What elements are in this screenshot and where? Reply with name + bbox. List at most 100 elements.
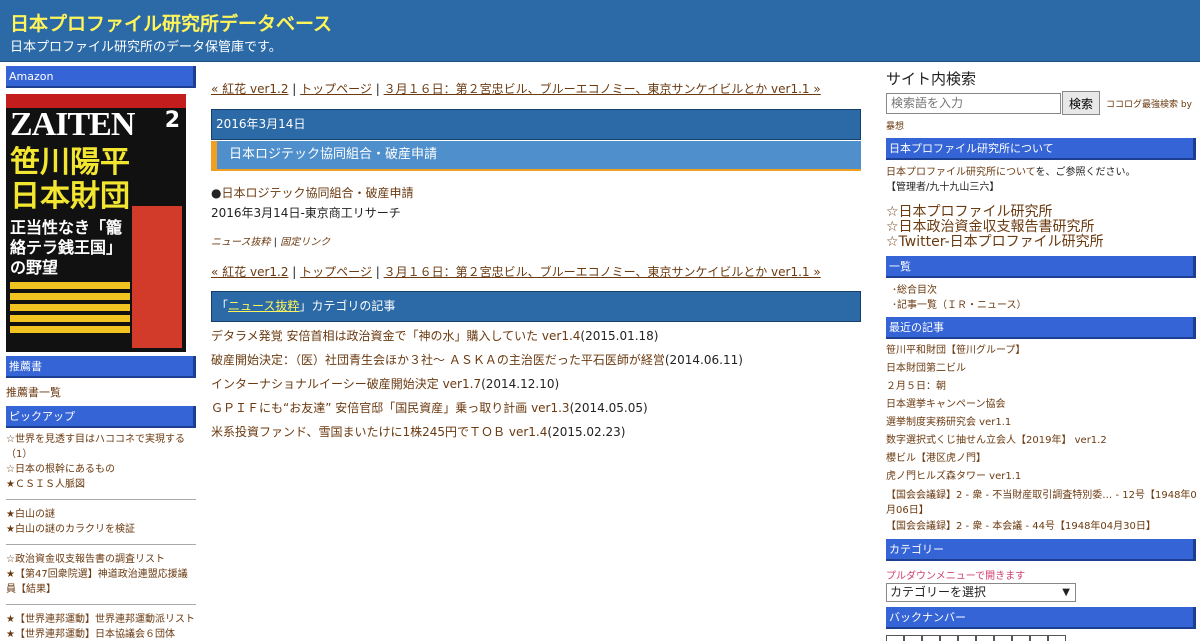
site-description: 日本プロファイル研究所のデータ保管庫です。: [10, 40, 282, 55]
article-date: (2015.01.18): [580, 329, 659, 343]
recent-item[interactable]: 櫻ビル【港区虎ノ門】: [886, 450, 1196, 468]
article-date: (2014.05.05): [569, 401, 648, 415]
search-button[interactable]: 検索: [1062, 91, 1101, 115]
article-link[interactable]: 米系投資ファンド、雪国まいたけに1株245円でＴＯＢ ver1.4: [211, 425, 547, 439]
recent-item[interactable]: 【国会会議録】2 - 衆 - 不当財産取引調査特別委… - 12号【1948年0…: [886, 486, 1196, 503]
date-header: 2016年3月14日: [211, 109, 861, 140]
powered-by-author[interactable]: 暴想: [886, 119, 1196, 132]
recent-item-cont[interactable]: 月06日】: [886, 503, 1196, 518]
about-text: を、ご参照ください。: [1035, 167, 1136, 178]
powered-by-link[interactable]: ココログ最強検索: [1106, 100, 1178, 110]
pickup-heading: ピックアップ: [6, 406, 196, 428]
top-page-link[interactable]: トップページ: [300, 82, 372, 96]
pickup-item[interactable]: ★白山の謎のカラクリを検証: [6, 522, 196, 537]
entry-source-text: 2016年3月14日-東京商工リサーチ: [211, 206, 401, 220]
cover-issue: 2: [164, 108, 180, 133]
prev-entry-link[interactable]: « 紅花 ver1.2: [211, 82, 288, 96]
category-note: プルダウンメニューで開きます: [886, 571, 1026, 582]
recent-item[interactable]: 数字選択式くじ抽せん立会人【2019年】 ver1.2: [886, 432, 1196, 450]
cover-headline-1: 笹川陽平: [10, 145, 130, 180]
article-date: (2015.02.23): [547, 425, 626, 439]
recent-item[interactable]: 日本財団第二ビル: [886, 360, 1196, 378]
category-name-link[interactable]: ニュース抜粋: [228, 299, 299, 313]
category-select[interactable]: カテゴリーを選択 ▼: [886, 583, 1076, 602]
zaiten-magazine-cover[interactable]: ZAITEN 2 笹川陽平 日本財団 正当性なき「籠絡テラ銭王国」の野望: [6, 94, 186, 352]
nav-separator: |: [288, 82, 301, 96]
recent-item[interactable]: 虎ノ門ヒルズ森タワー ver1.1: [886, 468, 1196, 486]
entry-body: ●日本ロジテック協同組合・破産申請 2016年3月14日-東京商工リサーチ: [211, 183, 861, 223]
pickup-item[interactable]: ☆日本の根幹にあるもの: [6, 462, 196, 477]
site-title[interactable]: 日本プロファイル研究所データベース: [10, 9, 332, 36]
prev-entry-link[interactable]: « 紅花 ver1.2: [211, 265, 288, 279]
recent-item[interactable]: 日本選挙キャンペーン協会: [886, 396, 1196, 414]
next-entry-link[interactable]: ３月１６日：第２宮忠ビル、ブルーエコノミー、東京サンケイビルとか ver1.1 …: [384, 265, 821, 279]
search-input[interactable]: [886, 92, 1061, 114]
index-link[interactable]: ･総合目次: [892, 283, 1196, 298]
permalink[interactable]: 固定リンク: [280, 237, 330, 248]
list-heading: 一覧: [886, 256, 1196, 278]
list-item: デタラメ発覚 安倍首相は政治資金で「神の水」購入していた ver1.4(2015…: [211, 324, 861, 348]
admin-name: 【管理者/九十九山三六】: [886, 182, 1000, 193]
about-link[interactable]: 日本プロファイル研究所について: [886, 167, 1036, 178]
backnumber-calendar[interactable]: [886, 635, 1196, 641]
pickup-list: ☆世界を見透す目はハココネで実現する（1） ☆日本の根幹にあるもの ★ＣＳＩＳ人…: [6, 428, 196, 642]
next-entry-link[interactable]: ３月１６日：第２宮忠ビル、ブルーエコノミー、東京サンケイビルとか ver1.1 …: [384, 82, 821, 96]
right-sidebar: サイト内検索 検索 ココログ最強検索 by 暴想 日本プロファイル研究所について…: [886, 68, 1196, 641]
article-link[interactable]: 破産開始決定：（医）社団青生会ほか３社～ ＡＳＫＡの主治医だった平石医師が経営: [211, 353, 665, 367]
cover-side-panel: [132, 206, 182, 348]
divider: [6, 544, 196, 545]
recommended-list-link[interactable]: 推薦書一覧: [6, 378, 196, 406]
recommended-heading: 推薦書: [6, 356, 196, 378]
entry-title: 日本ロジテック協同組合・破産申請: [211, 141, 861, 171]
about-box: 日本プロファイル研究所についてを、ご参照ください。 【管理者/九十九山三六】: [886, 160, 1196, 201]
search-row: 検索 ココログ最強検索 by: [886, 91, 1196, 115]
divider: [6, 604, 196, 605]
list-item: 破産開始決定：（医）社団青生会ほか３社～ ＡＳＫＡの主治医だった平石医師が経営(…: [211, 348, 861, 372]
category-suffix: 」カテゴリの記事: [299, 299, 396, 313]
article-date: (2014.06.11): [664, 353, 743, 367]
sister-site-link[interactable]: ☆日本政治資金収支報告書研究所: [886, 220, 1196, 235]
entry-meta: ニュース抜粋 | 固定リンク: [211, 233, 861, 248]
category-select-value: カテゴリーを選択: [890, 585, 987, 599]
pickup-item[interactable]: ★白山の謎: [6, 507, 196, 522]
nav-separator: |: [371, 82, 384, 96]
bullet: ●: [211, 186, 222, 200]
sister-site-link[interactable]: ☆Twitter-日本プロファイル研究所: [886, 235, 1196, 250]
recent-item[interactable]: ２月５日：朝: [886, 378, 1196, 396]
pickup-item[interactable]: ★【世界連邦運動】日本協議会６団体: [6, 627, 196, 642]
article-link[interactable]: インターナショナルイーシー破産開始決定 ver1.7: [211, 377, 481, 391]
pickup-item[interactable]: ★ＣＳＩＳ人脈図: [6, 477, 196, 492]
category-heading: カテゴリー: [886, 539, 1196, 561]
site-header: 日本プロファイル研究所データベース 日本プロファイル研究所のデータ保管庫です。: [0, 0, 1200, 62]
cover-headline: 笹川陽平 日本財団: [10, 146, 130, 214]
nav-separator: |: [371, 265, 384, 279]
sister-site-link[interactable]: ☆日本プロファイル研究所: [886, 205, 1196, 220]
recent-heading: 最近の記事: [886, 317, 1196, 339]
article-link[interactable]: ＧＰＩＦにも“お友達” 安倍官邸「国民資産」乗っ取り計画 ver1.3: [211, 401, 570, 415]
list-item: 米系投資ファンド、雪国まいたけに1株245円でＴＯＢ ver1.4(2015.0…: [211, 420, 861, 444]
pickup-item[interactable]: ★【世界連邦運動】世界連邦運動派リスト: [6, 612, 196, 627]
left-sidebar: Amazon ZAITEN 2 笹川陽平 日本財団 正当性なき「籠絡テラ銭王国」…: [6, 66, 196, 642]
recent-item[interactable]: 選挙制度実務研究会 ver1.1: [886, 414, 1196, 432]
pickup-item[interactable]: ☆世界を見透す目はハココネで実現する（1）: [6, 432, 196, 462]
entry-nav-top: « 紅花 ver1.2 | トップページ | ３月１６日：第２宮忠ビル、ブルーエ…: [211, 80, 861, 98]
article-date: (2014.12.10): [481, 377, 560, 391]
article-link[interactable]: デタラメ発覚 安倍首相は政治資金で「神の水」購入していた ver1.4: [211, 329, 580, 343]
sister-site-links: ☆日本プロファイル研究所 ☆日本政治資金収支報告書研究所 ☆Twitter-日本…: [886, 201, 1196, 254]
pickup-item[interactable]: ☆政治資金収支報告書の調査リスト: [6, 552, 196, 567]
pickup-item[interactable]: ★【第47回衆院選】神道政治連盟応援議員【結果】: [6, 567, 196, 597]
chevron-down-icon: ▼: [1062, 587, 1070, 598]
recent-item[interactable]: 【国会会議録】2 - 衆 - 本会議 - 44号【1948年04月30日】: [886, 518, 1196, 536]
list-item: インターナショナルイーシー破産開始決定 ver1.7(2014.12.10): [211, 372, 861, 396]
recent-item[interactable]: 笹川平和財団【笹川グループ】: [886, 342, 1196, 360]
top-page-link[interactable]: トップページ: [300, 265, 372, 279]
entry-source-link[interactable]: 日本ロジテック協同組合・破産申請: [221, 186, 413, 200]
bracket-open: 「: [216, 299, 229, 313]
index-list: ･総合目次 ･記事一覧（ＩＲ・ニュース）: [886, 278, 1196, 317]
site-search-title: サイト内検索: [886, 70, 977, 88]
amazon-heading: Amazon: [6, 66, 196, 88]
category-articles-header: 「ニュース抜粋」カテゴリの記事: [211, 291, 861, 322]
index-link[interactable]: ･記事一覧（ＩＲ・ニュース）: [892, 298, 1196, 313]
main-content: « 紅花 ver1.2 | トップページ | ３月１６日：第２宮忠ビル、ブルーエ…: [211, 80, 861, 444]
entry-category-link[interactable]: ニュース抜粋: [211, 237, 271, 248]
